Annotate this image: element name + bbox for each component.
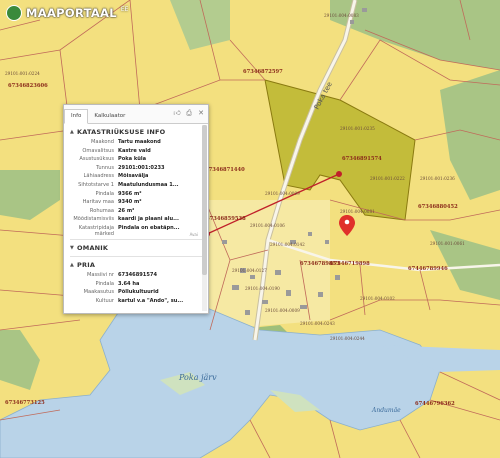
row-value: kartul v.a "Ando", su... <box>118 297 184 304</box>
info-row: Sihtotstarve 1 Maatulundusmaa 1... <box>68 181 200 190</box>
parcel-label: 67346859538 <box>206 216 246 222</box>
info-row: Rohumaa 26 m² <box>68 207 200 216</box>
parcel-label: 67346872597 <box>243 69 283 75</box>
info-row: Mõõdistamisviis kaardi ja plaani alu... <box>68 215 200 224</box>
row-key: Massiivi nr <box>86 271 114 278</box>
info-row: Kultuur kartul v.a "Ando", su... <box>68 297 200 306</box>
row-value: Poka küla <box>118 156 147 163</box>
info-row: Maakond Tartu maakond <box>68 138 200 147</box>
maaportaal-logo[interactable]: MAAPORTAAL EE <box>6 4 128 22</box>
panel-tabs: Info Kalkulaator 👍︎ ⎙ ✕ <box>64 105 208 124</box>
row-key: Maakond <box>91 139 114 145</box>
parcel-label: 29101:004:0142 <box>270 242 305 247</box>
info-row: Pindala 3.64 ha <box>68 280 200 289</box>
row-key: Pindala <box>95 280 115 287</box>
panel-tools: 👍︎ ⎙ ✕ <box>173 109 205 117</box>
parcel-label: 67346880452 <box>418 204 458 210</box>
panel-scrollbar[interactable] <box>202 125 207 311</box>
like-icon[interactable]: 👍︎ <box>173 109 181 117</box>
parcel-label: 29101:004:0009 <box>265 308 300 313</box>
row-key: Rohumaa <box>89 207 114 214</box>
chevron-down-icon: ▼ <box>70 244 75 251</box>
row-value: 67346891574 <box>118 271 157 278</box>
row-key: Pindala <box>95 190 115 197</box>
row-key: Maakasutus <box>83 289 114 296</box>
row-key: Kultuur <box>95 297 114 304</box>
row-value: Pindala on ebatäpn... <box>118 224 180 231</box>
parcel-label: 29101:001:0222 <box>370 176 405 181</box>
logo-text: MAAPORTAAL <box>26 6 117 20</box>
parcel-label: 67446796362 <box>415 401 455 407</box>
parcel-label: 29101:004:0081 <box>340 209 375 214</box>
parcel-label: 29101:001:0061 <box>430 241 465 246</box>
parcel-label: 29101:004:0083 <box>324 13 359 18</box>
parcel-label: 67346719898 <box>330 261 370 267</box>
parcel-label: 67346773125 <box>5 400 45 406</box>
info-row: Maakasutus Põllukultuurid <box>68 288 200 297</box>
lake-label: Poka järv <box>178 373 217 382</box>
info-row: Pindala 9366 m² <box>68 190 200 199</box>
parcel-label: 29101:001:0235 <box>340 126 375 131</box>
row-value: Tartu maakond <box>118 139 161 145</box>
parcel-label: 29101:004:0243 <box>300 321 335 326</box>
pria-rows: Massiivi nr 67346891574 Pindala 3.64 ha Maak… <box>64 271 208 305</box>
info-row: Massiivi nr 67346891574 <box>68 271 200 280</box>
parcel-label: 29101:004:0244 <box>330 336 365 341</box>
row-value: 29101:001:0233 <box>118 164 165 171</box>
info-rows: Maakond Tartu maakond Omavalitsus Kastre va… <box>64 138 208 238</box>
section-pria[interactable]: ▲ PRIA <box>64 257 208 271</box>
info-row: Omavalitsus Kastre vald <box>68 147 200 156</box>
river-label: Andumäe <box>371 407 401 414</box>
info-panel: Info Kalkulaator 👍︎ ⎙ ✕ ▲ KATASTRIÜKSUSE… <box>63 104 209 314</box>
info-row: Haritav maa 9340 m² <box>68 198 200 207</box>
parcel-label: 29101:001:0236 <box>420 176 455 181</box>
info-row: Asustusüksus Poka küla <box>68 155 200 164</box>
logo-sup: EE <box>120 5 129 13</box>
close-icon[interactable]: ✕ <box>197 109 205 117</box>
row-value: Maatulundusmaa 1... <box>118 181 179 188</box>
row-key: Katastripidaja märked <box>78 224 114 237</box>
parcel-label: 29101:004:0127 <box>232 268 267 273</box>
parcel-label: 29101:004:0190 <box>245 286 280 291</box>
section-title: OMANIK <box>77 243 109 252</box>
chevron-up-icon: ▲ <box>70 129 75 135</box>
measure-end-point[interactable] <box>336 171 342 177</box>
parcel-label: 67346871440 <box>205 167 245 173</box>
row-value: Mõisavälja <box>118 173 149 180</box>
info-row: Lähiaadress Mõisavälja <box>68 172 200 181</box>
row-key: Mõõdistamisviis <box>73 216 114 223</box>
parcel-label: 29101:004:0106 <box>250 223 285 228</box>
chevron-up-icon: ▲ <box>70 261 75 268</box>
row-value: kaardi ja plaani alu... <box>118 216 179 223</box>
info-row: Tunnus 29101:001:0233 <box>68 164 200 173</box>
logo-globe-icon <box>6 5 22 21</box>
scrollbar-thumb[interactable] <box>202 125 207 275</box>
parcel-label: 67346823606 <box>8 83 48 89</box>
tab-kalkulaator[interactable]: Kalkulaator <box>88 110 131 123</box>
row-key: Omavalitsus <box>82 147 114 154</box>
parcel-label: 29101:004:0102 <box>360 296 395 301</box>
row-value: 3.64 ha <box>118 280 140 287</box>
row-key: Sihtotstarve 1 <box>78 181 114 188</box>
parcel-label: 29101:001:0224 <box>5 71 40 76</box>
row-value: Põllukultuurid <box>118 289 159 296</box>
row-value: 26 m² <box>118 207 135 214</box>
parcel-label: 67446789946 <box>408 266 448 272</box>
row-key: Haritav maa <box>82 199 114 206</box>
row-value: Kastre vald <box>118 147 151 154</box>
row-value: 9340 m² <box>118 199 142 206</box>
section-title: PRIA <box>77 260 96 269</box>
parcel-label: 29101:004:0099 <box>265 191 300 196</box>
row-key: Asustusüksus <box>79 156 114 163</box>
print-icon[interactable]: ⎙ <box>185 109 193 117</box>
section-omanik[interactable]: ▼ OMANIK <box>64 240 208 254</box>
parcel-label: 67346891574 <box>342 156 382 162</box>
row-key: Tunnus <box>96 164 114 171</box>
row-key: Lähiaadress <box>83 173 114 180</box>
tab-info[interactable]: Info <box>64 109 89 124</box>
row-value: 9366 m² <box>118 190 142 197</box>
section-title: KATASTRIÜKSUSE INFO <box>77 128 166 136</box>
section-katastriuksuse-info[interactable]: ▲ KATASTRIÜKSUSE INFO <box>64 124 208 138</box>
